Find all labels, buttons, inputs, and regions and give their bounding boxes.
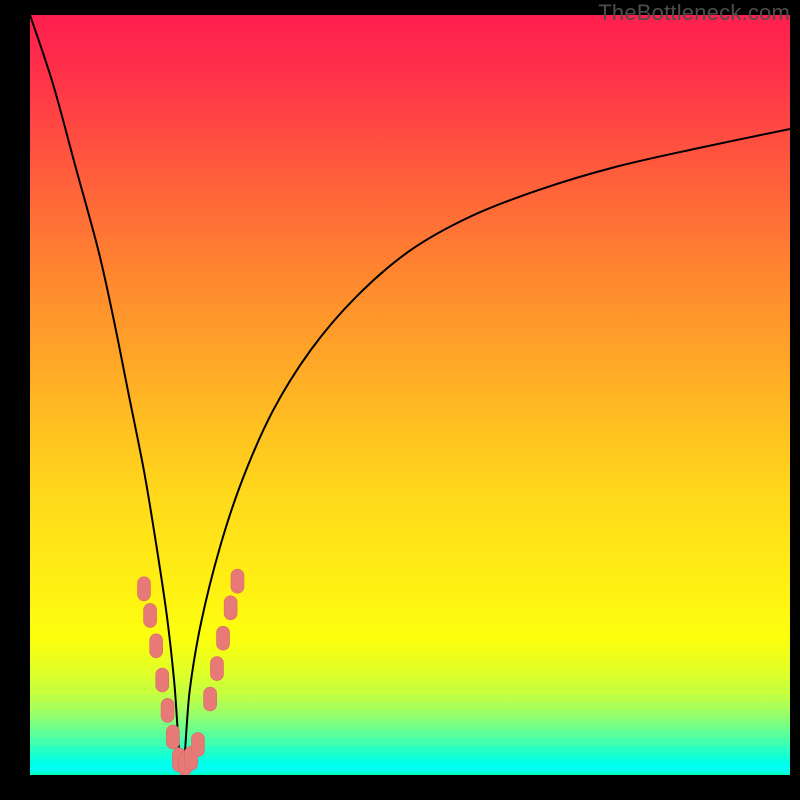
chart-frame: TheBottleneck.com [0,0,800,800]
data-point-marker [161,698,174,722]
data-point-marker [217,626,230,650]
watermark-text: TheBottleneck.com [598,0,790,26]
chart-svg [30,15,790,775]
data-point-marker [166,725,179,749]
data-point-marker [156,668,169,692]
data-point-marker [138,577,151,601]
bottleneck-curve [30,15,790,775]
marker-group [138,569,244,775]
data-point-marker [150,634,163,658]
data-point-marker [191,733,204,757]
data-point-marker [224,596,237,620]
curve-group [30,15,790,775]
data-point-marker [210,657,223,681]
plot-area [30,15,790,775]
data-point-marker [204,687,217,711]
data-point-marker [144,603,157,627]
data-point-marker [231,569,244,593]
